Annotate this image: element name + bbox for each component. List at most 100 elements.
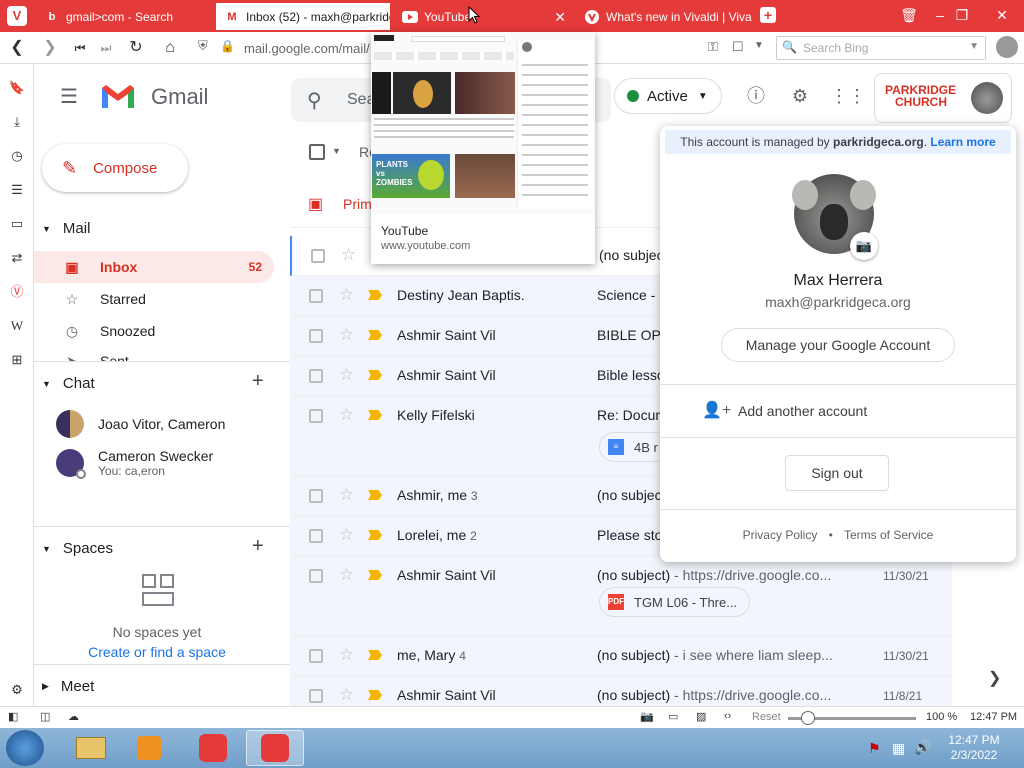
row-checkbox[interactable] [309,369,323,383]
bookmark-icon[interactable]: ☐ [732,39,744,55]
translate-panel-icon[interactable]: ⇄ [7,248,27,268]
manage-account-button[interactable]: Manage your Google Account [721,328,955,362]
new-tab-button[interactable]: + [760,7,776,23]
bookmarks-panel-icon[interactable]: 🔖 [7,78,27,98]
volume-icon[interactable]: 🔊 [914,739,931,756]
vivaldi-taskbar-icon[interactable] [184,730,242,766]
page-tiling-icon[interactable]: ▭ [668,710,678,723]
tab-youtube[interactable]: YouTube ✕ [394,3,572,30]
learn-more-link[interactable]: Learn more [930,135,995,149]
capture-camera-icon[interactable]: 📷 [640,710,654,723]
help-icon[interactable]: ⓘ [744,84,768,108]
wikipedia-panel-icon[interactable]: W [7,316,27,336]
file-explorer-icon[interactable] [62,730,120,766]
important-marker-icon[interactable] [368,410,382,420]
row-checkbox[interactable] [309,329,323,343]
chat-item[interactable]: Joao Vitor, Cameron [56,410,225,438]
row-checkbox[interactable] [309,569,323,583]
youtube-tab-preview[interactable]: PLANTS vs ZOMBIES YouTube www.youtube.co… [371,32,595,264]
star-icon[interactable]: ☆ [339,285,354,305]
search-icon[interactable]: ⚲ [307,88,322,113]
shield-icon[interactable]: ⛨ [198,38,208,54]
important-marker-icon[interactable] [368,650,382,660]
rewind-icon[interactable]: ⏮ [70,38,90,58]
row-checkbox[interactable] [309,649,323,663]
chevron-down-icon[interactable]: ▼ [754,40,764,51]
key-icon[interactable]: ⚿ [708,39,718,55]
chat-item[interactable]: Cameron Swecker You: ca,eron [56,448,213,479]
important-marker-icon[interactable] [368,490,382,500]
home-icon[interactable]: ⌂ [160,38,180,58]
fast-forward-icon[interactable]: ⏭ [96,38,116,58]
new-chat-plus-icon[interactable]: + [252,370,264,393]
row-checkbox[interactable] [309,489,323,503]
vivaldi-menu-icon[interactable]: V [7,6,27,26]
meet-section-header[interactable]: ▶ Meet [42,678,94,695]
add-panel-icon[interactable]: ⊞ [7,350,27,370]
privacy-policy-link[interactable]: Privacy Policy [743,528,818,542]
star-icon[interactable]: ☆ [339,525,354,545]
profile-icon[interactable] [996,36,1018,58]
status-dropdown[interactable]: Active ▼ [614,78,722,114]
sidebar-item-starred[interactable]: ☆ Starred [34,283,274,315]
media-player-icon[interactable] [120,730,178,766]
settings-gear-icon[interactable]: ⚙ [788,84,812,108]
close-tab-icon[interactable]: ✕ [554,9,566,26]
row-checkbox[interactable] [309,529,323,543]
history-panel-icon[interactable]: ◷ [7,146,27,166]
minimize-icon[interactable]: – [928,4,952,26]
back-icon[interactable]: ❮ [7,38,27,58]
close-window-icon[interactable]: ✕ [990,4,1014,26]
change-photo-camera-icon[interactable]: 📷 [850,232,878,260]
images-toggle-icon[interactable]: ▨ [696,710,706,723]
sidebar-item-sent[interactable]: ➤ Sent [34,347,274,361]
important-marker-icon[interactable] [368,290,382,300]
action-center-flag-icon[interactable]: ⚑ [868,740,881,757]
forward-icon[interactable]: ❯ [40,38,60,58]
create-space-link[interactable]: Create or find a space [34,644,280,660]
star-icon[interactable]: ☆ [339,685,354,705]
star-icon[interactable]: ☆ [339,405,354,425]
new-space-plus-icon[interactable]: + [252,535,264,558]
sidebar-item-inbox[interactable]: ▣ Inbox 52 [34,251,274,283]
spaces-section-header[interactable]: ▼ Spaces [42,540,113,557]
tile-tabs-icon[interactable]: ◫ [40,710,50,723]
compose-button[interactable]: ✎ Compose [42,144,188,192]
sidebar-item-snoozed[interactable]: ◷ Snoozed [34,315,274,347]
start-button-icon[interactable] [6,730,44,766]
star-icon[interactable]: ☆ [339,485,354,505]
row-checkbox[interactable] [311,249,325,263]
star-icon[interactable]: ☆ [339,645,354,665]
apps-grid-icon[interactable]: ⋮⋮ [830,84,866,108]
reload-icon[interactable]: ↻ [126,38,146,58]
vivaldi-web-panel-icon[interactable]: Ⓥ [7,282,27,302]
search-engine-field[interactable]: 🔍 Search Bing ▼ [776,36,986,60]
attachment-chip[interactable]: PDF TGM L06 - Thre... [599,587,751,617]
important-marker-icon[interactable] [368,330,382,340]
table-row[interactable]: ☆ Ashmir Saint Vil (no subject) - https:/… [290,556,952,636]
mail-section-header[interactable]: ▼ Mail [42,220,90,237]
page-actions-icon[interactable]: ‹› [724,710,731,722]
chat-section-header[interactable]: ▼ Chat [42,375,95,392]
table-row[interactable]: ☆ me, Mary 4 (no subject) - i see where li… [290,636,952,676]
sign-out-button[interactable]: Sign out [785,455,889,491]
vivaldi-active-taskbar-icon[interactable] [246,730,304,766]
account-switcher[interactable]: PARKRIDGE CHURCH [874,73,1012,123]
important-marker-icon[interactable] [368,690,382,700]
terms-link[interactable]: Terms of Service [844,528,933,542]
scroll-right-icon[interactable]: ❯ [988,668,1001,688]
window-panel-icon[interactable]: ▭ [7,214,27,234]
gmail-logo-icon[interactable] [100,82,136,113]
settings-gear-icon[interactable]: ⚙ [7,680,27,700]
add-account-row[interactable]: 👤+ Add another account [660,385,1016,437]
star-icon[interactable]: ☆ [339,365,354,385]
star-icon[interactable]: ☆ [341,245,356,265]
chevron-down-icon[interactable]: ▼ [969,41,979,52]
notes-panel-icon[interactable]: ☰ [7,180,27,200]
cloud-sync-icon[interactable]: ☁ [68,710,79,723]
main-menu-icon[interactable]: ☰ [60,84,78,109]
zoom-slider-track[interactable] [788,711,916,725]
star-icon[interactable]: ☆ [339,565,354,585]
zoom-slider-knob[interactable] [801,711,816,725]
row-checkbox[interactable] [309,289,323,303]
